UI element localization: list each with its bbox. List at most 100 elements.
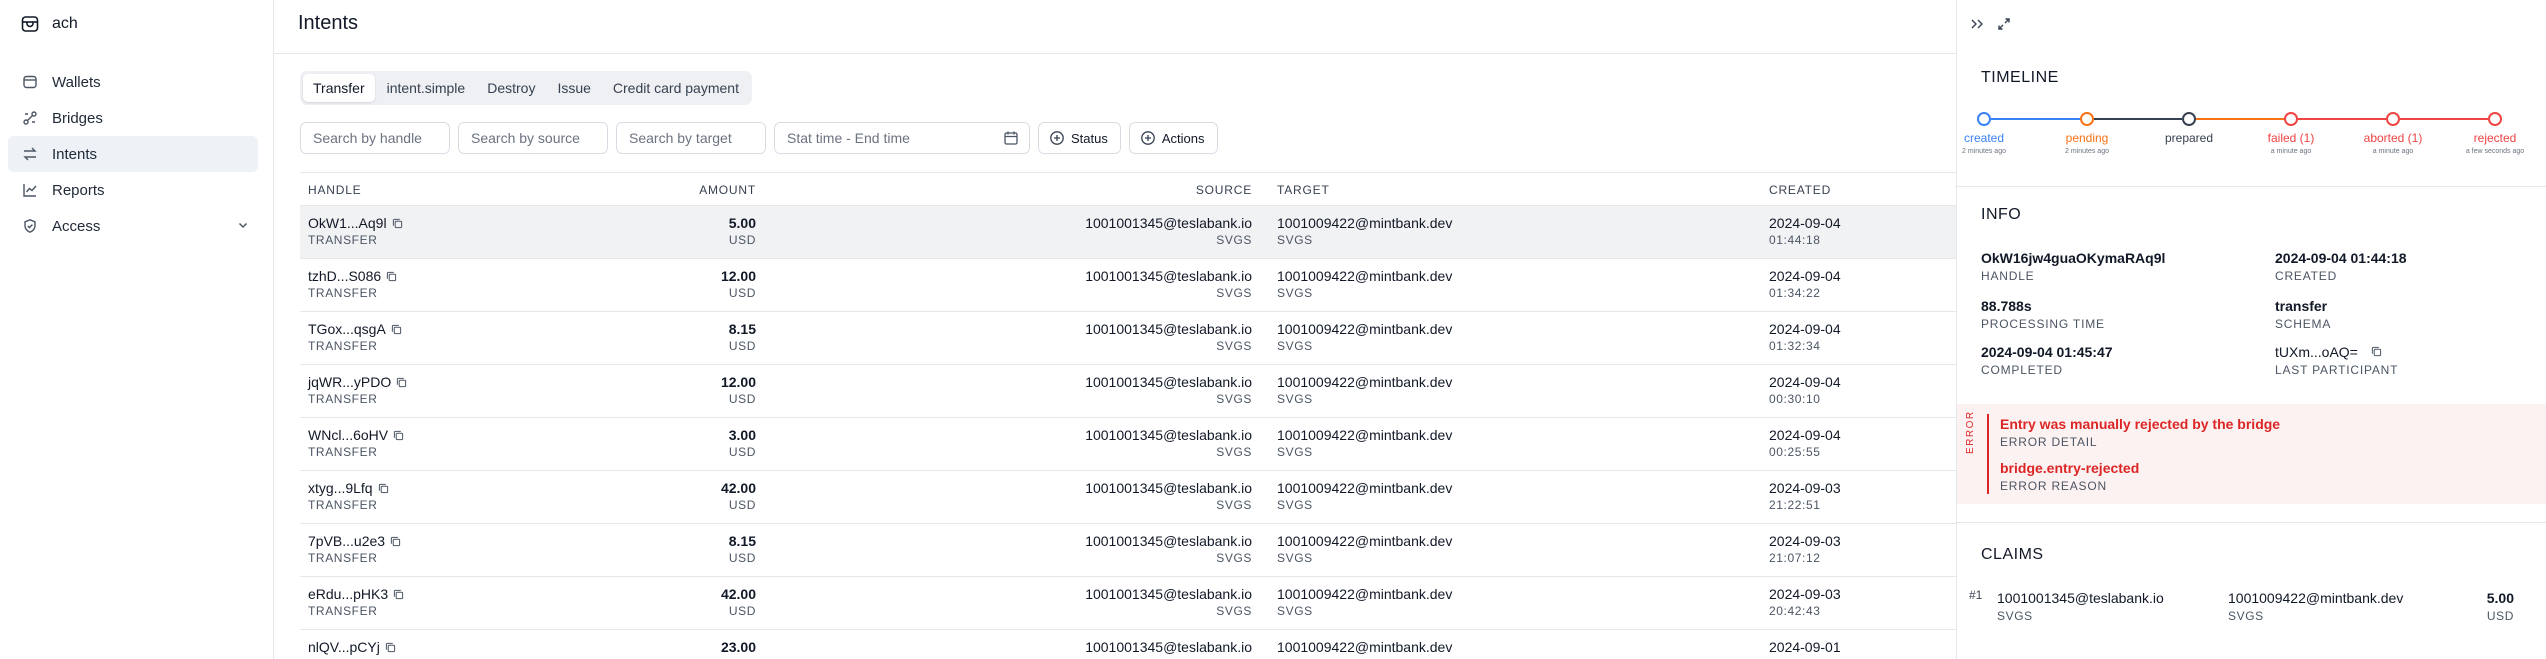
table-row[interactable]: OkW1...Aq9l TRANSFER 5.00 USD 1001001345@tes…	[300, 206, 1982, 259]
intent-type: TRANSFER	[308, 498, 378, 512]
sidebar-item-reports[interactable]: Reports	[8, 172, 258, 208]
created-cell: 2024-09-04 01:32:34	[1769, 321, 1841, 355]
copy-icon[interactable]	[378, 483, 389, 494]
search-handle-input[interactable]	[300, 122, 450, 154]
copy-icon[interactable]	[390, 536, 401, 547]
source-address: 1001001345@teslabank.io	[1085, 268, 1252, 284]
table-row[interactable]: WNcl...6oHV TRANSFER 3.00 USD 1001001345@tes…	[300, 418, 1982, 471]
sidebar-item-intents[interactable]: Intents	[8, 136, 258, 172]
created-date: 2024-09-04	[1769, 427, 1841, 443]
created-time: 21:22:51	[1769, 498, 1821, 512]
source-cell: 1001001345@teslabank.io SVGS	[1085, 268, 1252, 302]
copy-icon[interactable]	[2371, 346, 2382, 357]
status-filter-button[interactable]: Status	[1038, 122, 1121, 154]
intents-table: HANDLE AMOUNT SOURCE TARGET CREATED OkW1…	[300, 172, 1982, 659]
target-address: 1001009422@mintbank.dev	[1277, 639, 1453, 655]
actions-filter-label: Actions	[1161, 130, 1205, 146]
table-row[interactable]: tzhD...S086 TRANSFER 12.00 USD 1001001345@te…	[300, 259, 1982, 312]
intent-handle[interactable]: eRdu...pHK3	[308, 586, 388, 603]
column-header-target[interactable]: TARGET	[1277, 183, 1330, 197]
claim-amount: 5.00	[2486, 590, 2514, 606]
intent-handle[interactable]: 7pVB...u2e3	[308, 533, 385, 550]
search-source-input[interactable]	[458, 122, 608, 154]
intent-handle[interactable]: TGox...qsgA	[308, 321, 386, 338]
timeline-dot[interactable]	[2386, 112, 2400, 126]
sidebar-item-label: Wallets	[52, 73, 101, 91]
intent-handle[interactable]: tzhD...S086	[308, 268, 381, 285]
tab-issue[interactable]: Issue	[547, 74, 600, 102]
column-header-handle[interactable]: HANDLE	[308, 183, 361, 197]
timeline-dot[interactable]	[1977, 112, 1991, 126]
timeline-dot[interactable]	[2488, 112, 2502, 126]
table-row[interactable]: 7pVB...u2e3 TRANSFER 8.15 USD 1001001345@tes…	[300, 524, 1982, 577]
source-cell: 1001001345@teslabank.io SVGS	[1085, 427, 1252, 461]
target-address: 1001009422@mintbank.dev	[1277, 215, 1453, 231]
column-header-source[interactable]: SOURCE	[1196, 183, 1252, 197]
timeline-label: rejected	[2473, 131, 2517, 145]
intent-type: TRANSFER	[308, 604, 378, 618]
table-row[interactable]: jqWR...yPDO TRANSFER 12.00 USD 1001001345@te…	[300, 365, 1982, 418]
table-body: OkW1...Aq9l TRANSFER 5.00 USD 1001001345@tes…	[300, 206, 1982, 659]
arrows-icon	[22, 146, 38, 162]
column-header-amount[interactable]: AMOUNT	[699, 183, 756, 197]
collapse-panel-icon[interactable]	[1969, 16, 1985, 32]
timeline-connector	[2298, 118, 2386, 120]
intent-type: TRANSFER	[308, 392, 378, 406]
timeline-label: failed (1)	[2267, 131, 2315, 145]
date-range-picker[interactable]: Stat time - End time	[774, 122, 1030, 154]
tab-transfer[interactable]: Transfer	[303, 74, 375, 102]
amount-currency: USD	[728, 392, 756, 406]
table-row[interactable]: nlQV...pCYjTRANSFER 23.00USD 1001001345@te…	[300, 630, 1982, 659]
target-sub: SVGS	[1277, 339, 1313, 353]
timeline-dot[interactable]	[2284, 112, 2298, 126]
copy-icon[interactable]	[386, 271, 397, 282]
error-detail-label: ERROR DETAIL	[2000, 435, 2098, 449]
brand[interactable]: ach	[20, 12, 78, 36]
copy-icon[interactable]	[393, 589, 404, 600]
claim-row: #1 1001001345@teslabank.io SVGS 10010094…	[1957, 588, 2546, 628]
intent-handle[interactable]: xtyg...9Lfq	[308, 480, 373, 497]
intent-handle[interactable]: jqWR...yPDO	[308, 374, 391, 391]
actions-filter-button[interactable]: Actions	[1128, 122, 1218, 154]
tab-credit-card-payment[interactable]: Credit card payment	[603, 74, 749, 102]
calendar-icon	[1003, 130, 1019, 146]
info-label: PROCESSING TIME	[1981, 317, 2105, 331]
intent-handle[interactable]: OkW1...Aq9l	[308, 215, 387, 232]
copy-icon[interactable]	[385, 642, 396, 653]
shield-icon	[22, 218, 38, 234]
created-date: 2024-09-04	[1769, 321, 1841, 337]
timeline-dot[interactable]	[2080, 112, 2094, 126]
search-target-input[interactable]	[616, 122, 766, 154]
wallet-icon	[22, 74, 38, 90]
copy-icon[interactable]	[396, 377, 407, 388]
handle-line: TGox...qsgA	[308, 321, 402, 338]
copy-icon[interactable]	[391, 324, 402, 335]
target-address: 1001009422@mintbank.dev	[1277, 427, 1453, 443]
sidebar-item-label: Reports	[52, 181, 105, 199]
table-row[interactable]: eRdu...pHK3 TRANSFER 42.00 USD 1001001345@te…	[300, 577, 1982, 630]
expand-icon[interactable]	[1997, 16, 2011, 32]
intent-handle[interactable]: nlQV...pCYj	[308, 639, 380, 656]
source-address: 1001001345@teslabank.io	[1085, 586, 1252, 602]
copy-icon[interactable]	[392, 218, 403, 229]
column-header-created[interactable]: CREATED	[1769, 183, 1831, 197]
sidebar-item-label: Access	[52, 217, 101, 235]
sidebar-item-wallets[interactable]: Wallets	[8, 64, 258, 100]
created-time: 21:07:12	[1769, 551, 1821, 565]
tab-intent-simple[interactable]: intent.simple	[377, 74, 476, 102]
tab-destroy[interactable]: Destroy	[477, 74, 545, 102]
timeline-dot[interactable]	[2182, 112, 2196, 126]
chevron-down-icon[interactable]	[236, 218, 250, 232]
table-row[interactable]: TGox...qsgA TRANSFER 8.15 USD 1001001345@tes…	[300, 312, 1982, 365]
source-address: 1001001345@teslabank.io	[1085, 215, 1252, 231]
filter-bar: Stat time - End time Status Actions	[300, 122, 1218, 154]
target-cell: 1001009422@mintbank.dev SVGS	[1277, 427, 1452, 461]
source-cell: 1001001345@teslabank.io SVGS	[1085, 533, 1252, 567]
copy-icon[interactable]	[393, 430, 404, 441]
table-row[interactable]: xtyg...9Lfq TRANSFER 42.00 USD 1001001345@te…	[300, 471, 1982, 524]
intent-handle[interactable]: WNcl...6oHV	[308, 427, 388, 444]
source-address: 1001001345@teslabank.io	[1085, 374, 1252, 390]
sidebar-item-bridges[interactable]: Bridges	[8, 100, 258, 136]
amount-currency: USD	[728, 286, 756, 300]
sidebar-item-access[interactable]: Access	[8, 208, 258, 244]
